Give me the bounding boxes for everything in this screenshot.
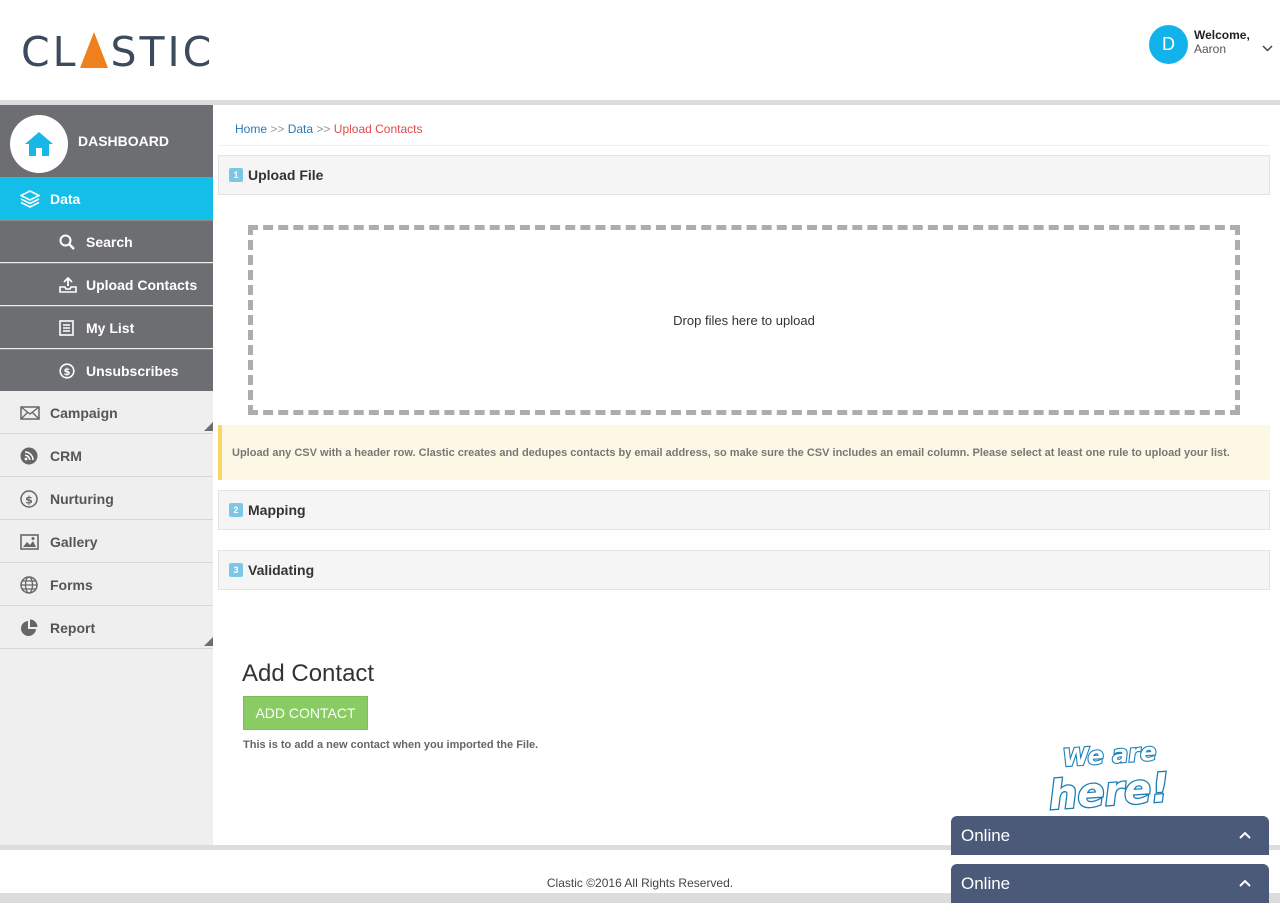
chevron-up-icon[interactable] [1239, 874, 1251, 890]
sidebar-item-campaign[interactable]: Campaign [0, 392, 213, 434]
rss-icon [20, 447, 40, 465]
sidebar-subitem-my-list[interactable]: My List [0, 306, 213, 348]
avatar[interactable]: D [1149, 25, 1188, 64]
notice-text: Upload any CSV with a header row. Clasti… [232, 446, 1230, 459]
step-upload-file[interactable]: 1 Upload File [218, 155, 1270, 195]
sidebar-item-label: My List [86, 319, 135, 336]
step-label: Validating [248, 562, 315, 578]
step-number-badge: 1 [229, 168, 243, 182]
widget-line2: here! [1047, 765, 1171, 812]
logo-text-right: STIC [110, 28, 215, 76]
sidebar-item-label: CRM [50, 447, 82, 464]
chat-status: Online [961, 825, 1011, 845]
envelope-icon [20, 405, 40, 420]
breadcrumb: Home >> Data >> Upload Contacts [235, 122, 423, 136]
list-icon [59, 319, 77, 336]
home-icon-circle [10, 115, 68, 173]
dollar-circle-icon: $ [20, 489, 40, 508]
step-label: Upload File [248, 167, 324, 183]
upload-icon [59, 276, 77, 293]
add-contact-button[interactable]: ADD CONTACT [243, 696, 368, 730]
file-dropzone[interactable]: Drop files here to upload [248, 225, 1240, 415]
breadcrumb-separator: >> [316, 122, 331, 136]
sidebar-item-data[interactable]: Data [0, 177, 213, 220]
pie-chart-icon [20, 619, 40, 637]
image-icon [20, 533, 40, 550]
sidebar-subitem-unsubscribes[interactable]: $ Unsubscribes [0, 349, 213, 391]
sidebar-item-label: Unsubscribes [86, 362, 179, 379]
sidebar-item-report[interactable]: Report [0, 607, 213, 649]
add-contact-hint: This is to add a new contact when you im… [243, 739, 539, 751]
chevron-down-icon[interactable] [1262, 41, 1273, 55]
sidebar-item-forms[interactable]: Forms [0, 564, 213, 606]
sidebar-subitem-search[interactable]: Search [0, 220, 213, 262]
we-are-here-badge[interactable]: We are here! [1040, 737, 1185, 812]
sidebar-dashboard[interactable]: DASHBOARD [0, 105, 213, 177]
breadcrumb-divider [218, 145, 1270, 146]
dropzone-label: Drop files here to upload [673, 312, 815, 328]
sidebar-item-gallery[interactable]: Gallery [0, 521, 213, 563]
corner-marker [204, 422, 213, 431]
breadcrumb-data[interactable]: Data [288, 122, 313, 136]
corner-marker [204, 637, 213, 646]
sidebar-item-label: Report [50, 619, 96, 636]
step-label: Mapping [248, 502, 306, 518]
step-validating[interactable]: 3 Validating [218, 550, 1270, 590]
clastic-logo[interactable]: CL STIC [21, 28, 214, 76]
chevron-up-icon[interactable] [1239, 826, 1251, 842]
chat-status: Online [961, 873, 1011, 893]
sidebar-item-label: Data [50, 190, 81, 207]
add-contact-title: Add Contact [242, 660, 375, 687]
chat-bar-online-secondary[interactable]: Online [951, 864, 1269, 903]
sidebar-item-label: Nurturing [50, 490, 114, 507]
user-text: Welcome, Aaron [1194, 28, 1250, 56]
logo-triangle-icon [80, 32, 109, 68]
svg-text:$: $ [25, 493, 33, 506]
sidebar-item-label: Campaign [50, 404, 118, 421]
sidebar-item-nurturing[interactable]: $ Nurturing [0, 478, 213, 520]
layers-icon [20, 189, 40, 208]
step-number-badge: 3 [229, 563, 243, 577]
breadcrumb-current: Upload Contacts [333, 122, 423, 136]
globe-icon [20, 575, 40, 594]
user-menu[interactable]: D Welcome, Aaron [1149, 25, 1273, 64]
step-mapping[interactable]: 2 Mapping [218, 490, 1270, 530]
sidebar: DASHBOARD Data Search Upload Contacts My… [0, 105, 213, 845]
upload-notice: Upload any CSV with a header row. Clasti… [218, 425, 1270, 480]
user-name: Aaron [1194, 42, 1227, 56]
sidebar-item-label: Upload Contacts [86, 276, 198, 293]
logo-text-left: CL [21, 28, 79, 76]
chat-bar-online[interactable]: Online [951, 816, 1269, 855]
sidebar-item-crm[interactable]: CRM [0, 435, 213, 477]
header: CL STIC D Welcome, Aaron [0, 0, 1280, 100]
welcome-label: Welcome, [1194, 28, 1250, 42]
svg-text:$: $ [64, 367, 71, 378]
sidebar-item-label: Gallery [50, 533, 98, 550]
home-icon [25, 132, 53, 156]
main-content: Home >> Data >> Upload Contacts 1 Upload… [213, 105, 1280, 845]
dollar-circle-icon: $ [59, 362, 77, 379]
breadcrumb-home[interactable]: Home [235, 122, 267, 136]
footer-copyright: Clastic ©2016 All Rights Reserved. [546, 876, 734, 890]
search-icon [59, 234, 77, 250]
sidebar-item-label: Forms [50, 576, 93, 593]
dashboard-label: DASHBOARD [78, 133, 169, 149]
sidebar-item-label: Search [86, 233, 133, 250]
step-number-badge: 2 [229, 503, 243, 517]
breadcrumb-separator: >> [270, 122, 285, 136]
sidebar-subitem-upload-contacts[interactable]: Upload Contacts [0, 263, 213, 305]
